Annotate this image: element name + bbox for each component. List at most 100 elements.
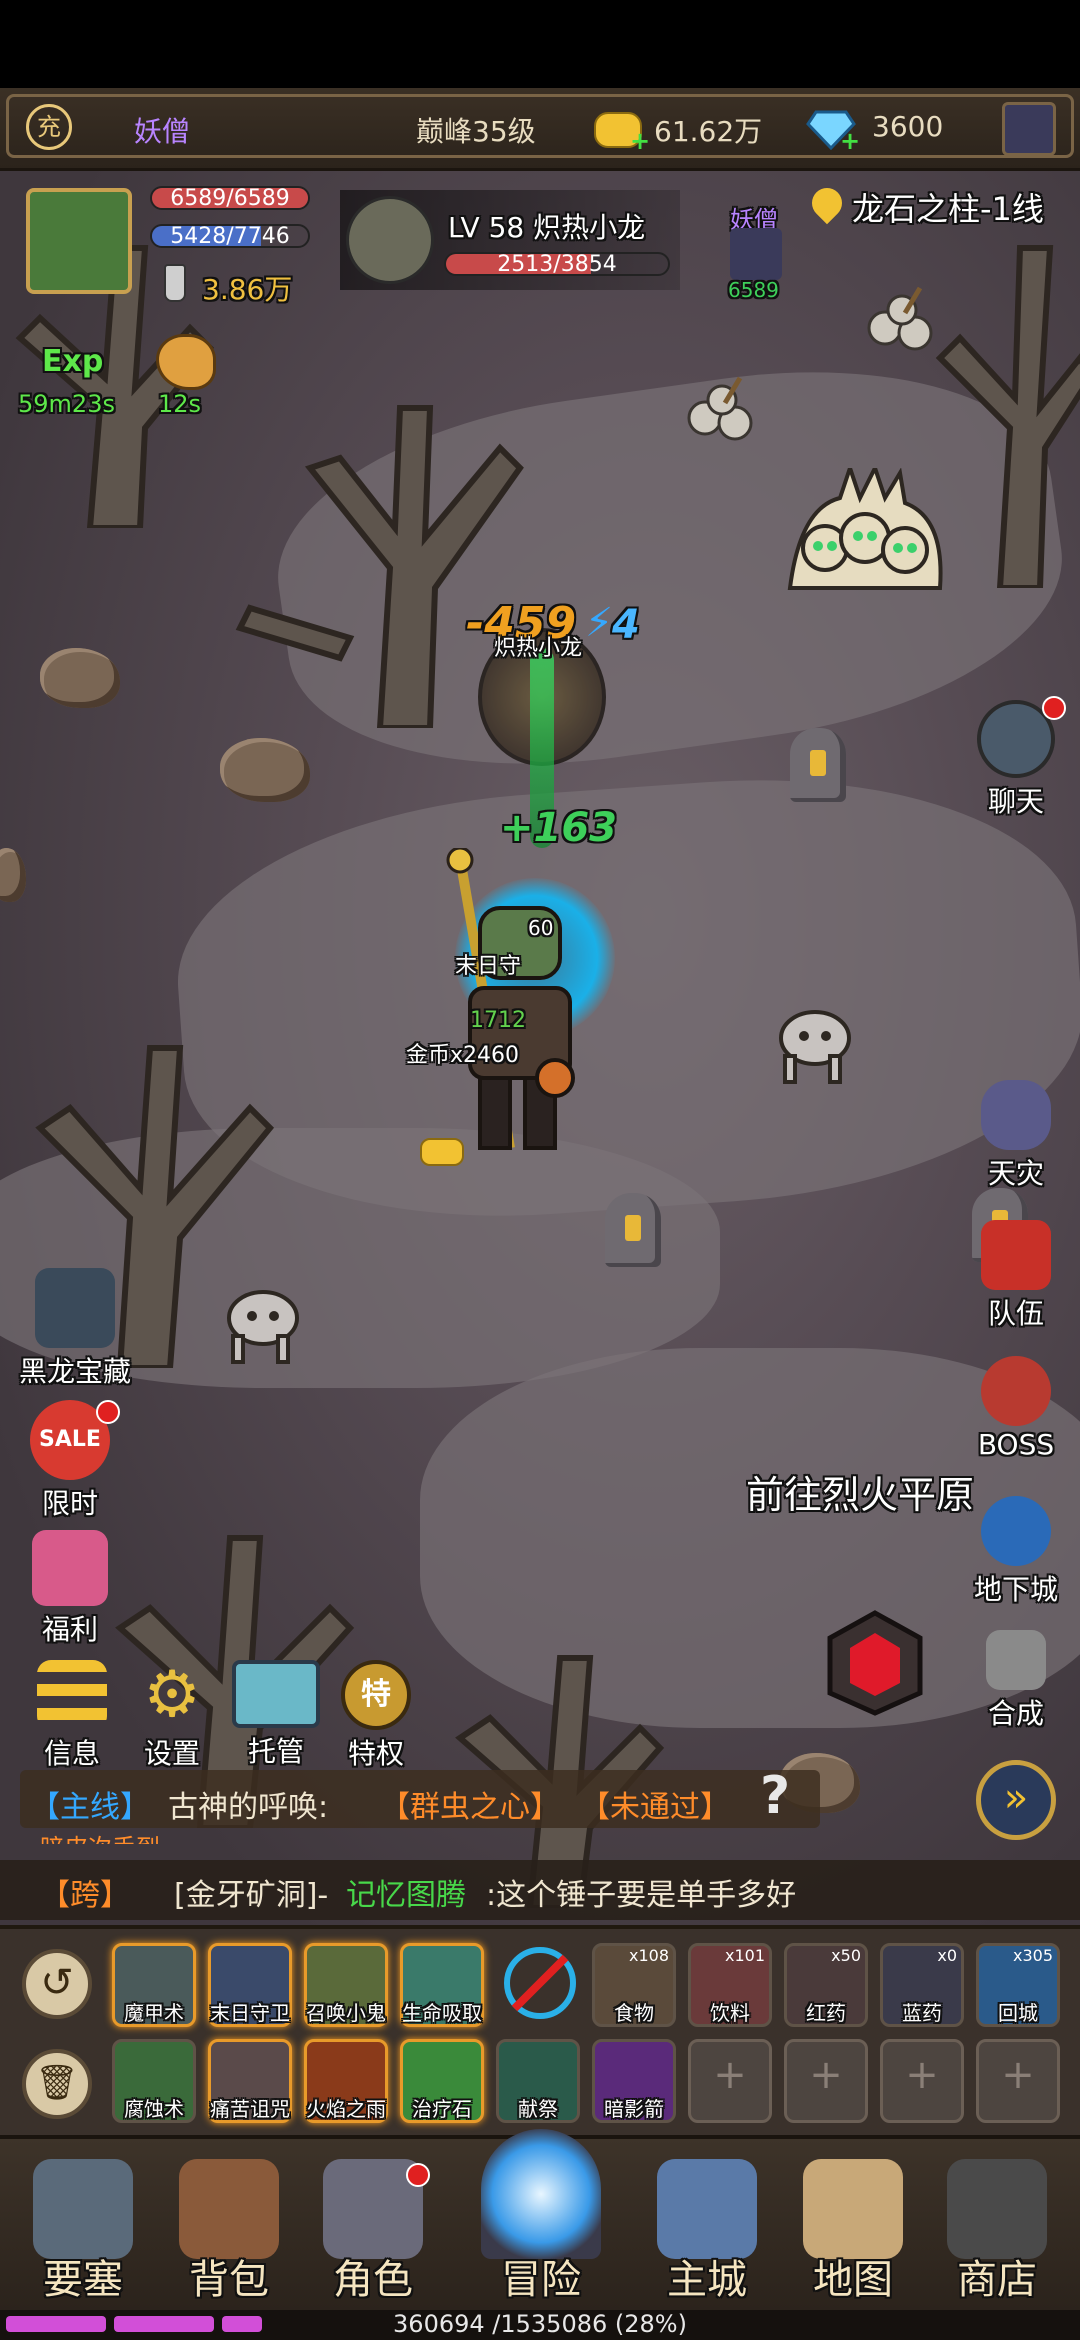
skill-slot[interactable]: 暗影箭 <box>592 2039 676 2123</box>
experience-text: 360694 /1535086 (28%) <box>393 2310 687 2338</box>
skill-slot[interactable]: 献祭 <box>496 2039 580 2123</box>
loot-label: 金币x2460 <box>406 1043 520 1068</box>
item-slot[interactable]: x305 回城 <box>976 1943 1060 2027</box>
empty-slot[interactable] <box>976 2039 1060 2123</box>
empty-slot[interactable] <box>688 2039 772 2123</box>
loot-coins[interactable] <box>420 1138 464 1166</box>
skill-bar: ↺ 🗑 魔甲术 末日守卫 召唤小鬼 生命吸取 x108 食物 x101 饮料 x50… <box>0 1925 1080 2139</box>
game-screen: -459 ⚡ 4 炽热小龙 +163 60 末日守 1712 金币x2460 充… <box>0 0 1080 2340</box>
portal-gate[interactable] <box>820 1608 930 1718</box>
team-button[interactable]: 队伍 <box>956 1220 1076 1332</box>
skill-slot[interactable]: 痛苦诅咒 <box>208 2039 292 2123</box>
empty-slot[interactable] <box>880 2039 964 2123</box>
party-member-hp: 6589 <box>728 278 779 302</box>
skull-mound-enemy[interactable] <box>780 468 950 608</box>
bone-pile <box>867 286 933 351</box>
nav-main-city[interactable]: 主城 <box>642 2159 772 2305</box>
diamond-amount: 3600 <box>872 110 944 143</box>
black-dragon-treasure-button[interactable]: 黑龙宝藏 <box>10 1268 140 1390</box>
gear-icon: ⚙ <box>143 1658 201 1732</box>
skill-slot[interactable]: 治疗石 <box>400 2039 484 2123</box>
pet-level: 60 <box>528 916 554 940</box>
rock <box>40 648 120 708</box>
gold-add-icon[interactable]: + <box>630 129 650 153</box>
tombstone <box>790 728 846 802</box>
empty-slot[interactable] <box>784 2039 868 2123</box>
exp-buff-timer: 59m23s <box>18 390 115 418</box>
skeleton-beast-enemy[interactable] <box>770 998 860 1088</box>
pet-name-label: 末日守 <box>455 954 522 979</box>
mage-hat-icon[interactable] <box>1002 102 1056 156</box>
location-name[interactable]: 龙石之柱-1线 <box>852 184 1044 230</box>
skeleton-beast-enemy[interactable] <box>218 1278 308 1368</box>
bottom-nav: 要塞 背包 角色 冒险 主城 地图 商店 <box>0 2129 1080 2319</box>
rock <box>0 848 26 902</box>
item-slot[interactable]: x50 红药 <box>784 1943 868 2027</box>
enemy-name-label: 炽热小龙 <box>494 636 583 661</box>
quest-help-icon[interactable]: ? <box>760 1766 812 1826</box>
chat-ticker[interactable]: 【跨】 [金牙矿洞]- 记忆图腾 :这个锤子要是单手多好 <box>0 1860 1080 1920</box>
privilege-button[interactable]: 特 特权 <box>316 1660 436 1772</box>
chat-channel: 【跨】 <box>40 1878 130 1913</box>
nav-map[interactable]: 地图 <box>788 2159 918 2305</box>
food-buff-timer: 12s <box>158 390 202 418</box>
skill-slot[interactable]: 末日守卫 <box>208 1943 292 2027</box>
recharge-button[interactable]: 充 <box>26 104 72 150</box>
skill-slot[interactable]: 召唤小鬼 <box>304 1943 388 2027</box>
lightning-icon: ⚡ <box>585 600 614 646</box>
chat-place: [金牙矿洞]- <box>174 1878 329 1913</box>
power-value: 3.86万 <box>202 273 293 306</box>
player-avatar[interactable] <box>26 188 132 294</box>
quest-status: 【未通过】 <box>580 1790 730 1825</box>
delete-skill-button[interactable]: 🗑 <box>22 2049 92 2119</box>
player-name: 妖僧 <box>134 115 191 148</box>
diamond-add-icon[interactable]: + <box>840 129 860 153</box>
main-quest-tracker[interactable]: 【主线】 古神的呼唤: 【群虫之心】 【未通过】 <box>20 1770 820 1828</box>
quest-sub: 暗皮次手到 <box>40 1828 160 1844</box>
target-avatar[interactable] <box>346 196 434 284</box>
party-member-avatar[interactable] <box>730 228 782 280</box>
skill-slot[interactable]: 生命吸取 <box>400 1943 484 2027</box>
target-hp-text: 2513/3854 <box>497 252 617 276</box>
welfare-button[interactable]: 福利 <box>10 1530 130 1648</box>
top-resource-bar: 充 妖僧 巅峰35级 + 61.62万 + 3600 <box>0 88 1080 171</box>
swap-skill-button[interactable]: ↺ <box>22 1949 92 2019</box>
nav-backpack[interactable]: 背包 <box>164 2159 294 2305</box>
target-hp-bar: 2513/3854 <box>444 252 670 276</box>
calamity-button[interactable]: 天灾 <box>956 1080 1076 1192</box>
nav-character[interactable]: 角色 <box>308 2159 438 2305</box>
player-small-number: 1712 <box>470 1008 526 1033</box>
player-mp-text: 5428/7746 <box>170 224 290 248</box>
quest-target: 【群虫之心】 <box>380 1790 560 1825</box>
crit-number: 4 <box>612 602 640 648</box>
nav-shop[interactable]: 商店 <box>932 2159 1062 2305</box>
chat-button[interactable]: 聊天 <box>956 696 1076 820</box>
nav-fortress[interactable]: 要塞 <box>18 2159 148 2305</box>
bone-pile <box>687 376 753 441</box>
exp-buff-icon[interactable]: Exp <box>38 330 108 386</box>
item-slot[interactable]: x0 蓝药 <box>880 1943 964 2027</box>
item-slot[interactable]: x101 饮料 <box>688 1943 772 2027</box>
nav-adventure[interactable]: 冒险 <box>476 2129 606 2305</box>
item-slot[interactable]: x108 食物 <box>592 1943 676 2027</box>
player-mp-bar: 5428/7746 <box>150 224 310 248</box>
portal-hint[interactable]: 前往烈火平原 <box>746 1464 974 1519</box>
player-hp-bar: 6589/6589 <box>150 186 310 210</box>
power-icon <box>164 264 186 302</box>
disable-auto-skill-icon[interactable] <box>504 1947 576 2019</box>
boss-button[interactable]: BOSS <box>956 1356 1076 1461</box>
rock <box>220 738 310 802</box>
tombstone <box>605 1193 661 1267</box>
gold-amount: 61.62万 <box>654 115 763 148</box>
peak-level: 巅峰35级 <box>416 115 536 148</box>
skill-slot[interactable]: 火焰之雨 <box>304 2039 388 2123</box>
quest-tag: 【主线】 <box>30 1790 150 1825</box>
settings-button[interactable]: ⚙ 设置 <box>112 1660 232 1772</box>
auto-forward-button[interactable]: » <box>976 1760 1056 1840</box>
skill-slot[interactable]: 魔甲术 <box>112 1943 196 2027</box>
limited-sale-button[interactable]: SALE 限时 <box>10 1400 130 1522</box>
experience-bar: 360694 /1535086 (28%) <box>0 2310 1080 2340</box>
craft-button[interactable]: 合成 <box>956 1630 1076 1732</box>
skill-slot[interactable]: 腐蚀术 <box>112 2039 196 2123</box>
player-hp-text: 6589/6589 <box>170 186 290 210</box>
